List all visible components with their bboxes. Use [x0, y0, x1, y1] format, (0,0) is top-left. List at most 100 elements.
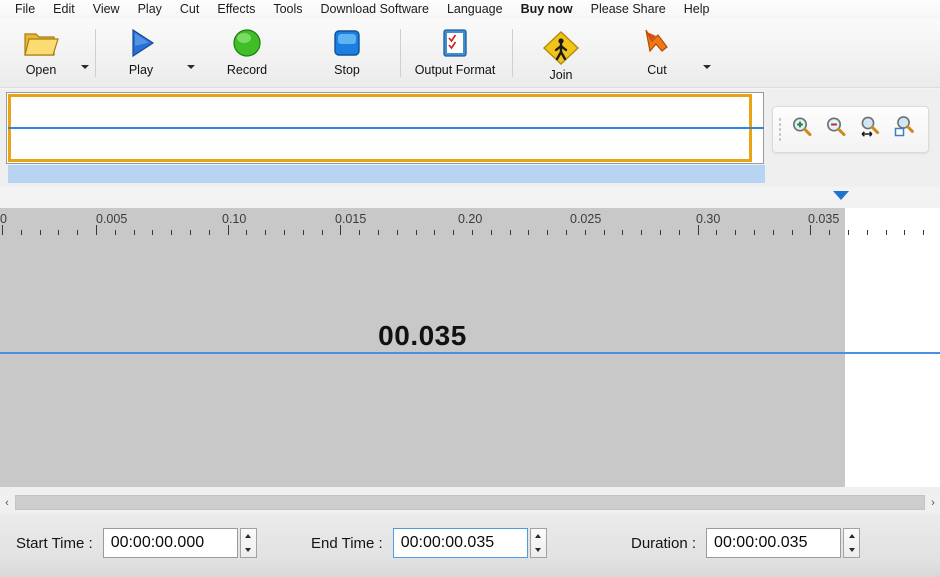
- overview-waveform[interactable]: [6, 92, 764, 164]
- duration-stepper[interactable]: [843, 528, 861, 558]
- end-time-group: End Time : 00:00:00.035: [311, 528, 547, 558]
- start-time-label: Start Time :: [16, 534, 93, 552]
- time-fields-bar: Start Time : 00:00:00.000 End Time : 00:…: [0, 514, 940, 577]
- horizontal-scrollbar[interactable]: ‹ ›: [0, 494, 940, 511]
- start-time-stepper[interactable]: [239, 528, 257, 558]
- caret-up-icon: [848, 534, 855, 538]
- record-button[interactable]: Record: [210, 22, 284, 85]
- ruler-tick-label: 0: [0, 212, 7, 226]
- join-diamond-icon: [542, 29, 580, 67]
- open-dropdown-button[interactable]: [78, 57, 91, 77]
- caret-down-icon: [245, 548, 252, 552]
- zoom-fit-icon: [858, 115, 882, 144]
- scrollbar-thumb[interactable]: [15, 495, 925, 510]
- cut-arrow-icon: [640, 24, 674, 62]
- ruler-tick: [228, 225, 229, 235]
- play-label: Play: [128, 63, 154, 77]
- ruler-tick: [340, 225, 341, 235]
- zoom-fit-button[interactable]: [853, 113, 887, 147]
- join-label: Join: [549, 68, 573, 82]
- duration-stepper-down[interactable]: [844, 543, 859, 557]
- selection-end-marker-top[interactable]: [833, 191, 849, 200]
- play-button[interactable]: Play: [104, 22, 178, 85]
- menu-item-please-share[interactable]: Please Share: [582, 1, 675, 19]
- ruler-tick: [96, 225, 97, 235]
- end-time-stepper-down[interactable]: [531, 543, 546, 557]
- start-time-stepper-down[interactable]: [241, 543, 256, 557]
- end-time-input[interactable]: 00:00:00.035: [392, 528, 528, 558]
- caret-up-icon: [535, 534, 542, 538]
- record-label: Record: [226, 63, 268, 77]
- open-label: Open: [25, 63, 57, 77]
- menu-item-help[interactable]: Help: [675, 1, 719, 19]
- caret-down-icon: [535, 548, 542, 552]
- join-button[interactable]: Join: [524, 27, 598, 90]
- ruler-tick-label: 0.005: [96, 212, 128, 226]
- ruler-unselected-region: [845, 208, 940, 235]
- end-time-stepper-up[interactable]: [531, 529, 546, 543]
- output-format-label: Output Format: [414, 63, 496, 77]
- duration-group: Duration : 00:00:00.035: [631, 528, 861, 558]
- ruler-tick-label: 0.20: [458, 212, 483, 226]
- cut-button[interactable]: Cut: [620, 22, 694, 85]
- toolbar-separator: [95, 29, 96, 77]
- ruler-tick: [810, 225, 811, 235]
- caret-up-icon: [245, 534, 252, 538]
- overview-scroll-band[interactable]: [8, 165, 765, 183]
- folder-open-icon: [23, 24, 59, 62]
- main-toolbar: Open Play Record Stop Output Format Join…: [0, 19, 940, 88]
- stop-label: Stop: [334, 63, 360, 77]
- waveform-selection-region[interactable]: [0, 235, 845, 487]
- toolbox-grip[interactable]: [778, 116, 782, 143]
- output-format-button[interactable]: Output Format: [409, 22, 501, 85]
- start-time-group: Start Time : 00:00:00.000: [16, 528, 257, 558]
- ruler-tick: [698, 225, 699, 235]
- ruler-tick-label: 0.015: [335, 212, 367, 226]
- ruler-tick-label: 0.035: [808, 212, 840, 226]
- menu-item-play[interactable]: Play: [129, 1, 171, 19]
- chevron-down-icon: [80, 65, 89, 69]
- menu-item-download-software[interactable]: Download Software: [312, 1, 438, 19]
- menu-item-buy-now[interactable]: Buy now: [512, 1, 582, 19]
- menu-item-edit[interactable]: Edit: [44, 1, 84, 19]
- play-dropdown-button[interactable]: [184, 57, 197, 77]
- zoom-selection-icon: [892, 115, 916, 144]
- scroll-left-arrow-icon[interactable]: ‹: [0, 494, 14, 511]
- cut-dropdown-button[interactable]: [700, 57, 713, 77]
- menu-item-view[interactable]: View: [84, 1, 129, 19]
- ruler-tick: [2, 225, 3, 235]
- menu-item-effects[interactable]: Effects: [208, 1, 264, 19]
- zoom-selection-button[interactable]: [887, 113, 921, 147]
- menu-item-file[interactable]: File: [6, 1, 44, 19]
- chevron-down-icon: [702, 65, 711, 69]
- scroll-right-arrow-icon[interactable]: ›: [926, 494, 940, 511]
- menu-item-tools[interactable]: Tools: [264, 1, 311, 19]
- stop-square-icon: [331, 24, 363, 62]
- chevron-down-icon: [186, 65, 195, 69]
- start-time-input[interactable]: 00:00:00.000: [102, 528, 238, 558]
- stop-button[interactable]: Stop: [310, 22, 384, 85]
- zoom-in-icon: [790, 115, 814, 144]
- timeline-ruler[interactable]: 0 0.005 0.10 0.015 0.20 0.025 0.30 0.035: [0, 208, 940, 235]
- menu-item-cut[interactable]: Cut: [171, 1, 208, 19]
- duration-label: Duration :: [631, 534, 697, 552]
- toolbar-separator: [512, 29, 513, 77]
- waveform-canvas[interactable]: 00.035: [0, 235, 940, 487]
- record-circle-icon: [231, 24, 263, 62]
- end-time-stepper[interactable]: [529, 528, 547, 558]
- waveform-centerline: [0, 352, 940, 354]
- duration-input[interactable]: 00:00:00.035: [706, 528, 842, 558]
- selection-duration-readout: 00.035: [378, 320, 467, 351]
- audio-editor-window: File Edit View Play Cut Effects Tools Do…: [0, 0, 940, 577]
- ruler-tick-label: 0.10: [222, 212, 247, 226]
- zoom-in-button[interactable]: [785, 113, 819, 147]
- start-time-stepper-up[interactable]: [241, 529, 256, 543]
- menu-item-language[interactable]: Language: [438, 1, 512, 19]
- overview-centerline: [8, 127, 764, 129]
- zoom-toolbox: [772, 106, 929, 153]
- menu-bar: File Edit View Play Cut Effects Tools Do…: [0, 0, 940, 19]
- zoom-out-button[interactable]: [819, 113, 853, 147]
- open-button[interactable]: Open: [4, 22, 78, 85]
- ruler-tick-label: 0.30: [696, 212, 721, 226]
- duration-stepper-up[interactable]: [844, 529, 859, 543]
